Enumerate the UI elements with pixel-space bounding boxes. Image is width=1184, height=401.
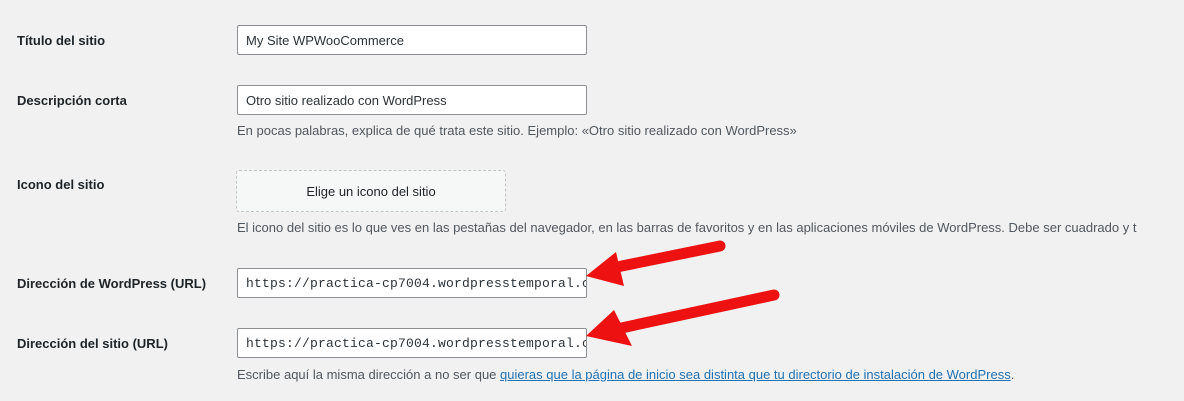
- site-icon-label: Icono del sitio: [17, 177, 105, 192]
- site-title-label: Título del sitio: [17, 33, 106, 48]
- annotation-arrow-site-url: [586, 289, 780, 346]
- site-url-description-link[interactable]: quieras que la página de inicio sea dist…: [500, 367, 1011, 382]
- site-icon-description: El icono del sitio es lo que ves en las …: [237, 220, 1137, 235]
- general-settings-page: Título del sitio My Site WPWooCommerce D…: [0, 0, 1184, 401]
- site-url-description-prefix: Escribe aquí la misma dirección a no ser…: [237, 367, 501, 382]
- tagline-label: Descripción corta: [17, 93, 127, 108]
- site-url-input[interactable]: https://practica-cp7004.wordpresstempora…: [237, 328, 587, 358]
- annotation-arrows: [586, 240, 780, 346]
- wordpress-url-input[interactable]: https://practica-cp7004.wordpresstempora…: [237, 268, 587, 298]
- tagline-input[interactable]: Otro sitio realizado con WordPress: [237, 85, 587, 115]
- annotation-arrow-wordpress-url: [586, 240, 726, 286]
- site-url-description: Escribe aquí la misma dirección a no ser…: [237, 367, 1014, 382]
- site-title-input[interactable]: My Site WPWooCommerce: [237, 25, 587, 55]
- site-url-description-suffix: .: [1010, 367, 1015, 382]
- site-url-label: Dirección del sitio (URL): [17, 336, 168, 351]
- wordpress-url-label: Dirección de WordPress (URL): [17, 276, 207, 291]
- choose-site-icon-button[interactable]: Elige un icono del sitio: [236, 170, 506, 212]
- tagline-description: En pocas palabras, explica de qué trata …: [237, 123, 797, 138]
